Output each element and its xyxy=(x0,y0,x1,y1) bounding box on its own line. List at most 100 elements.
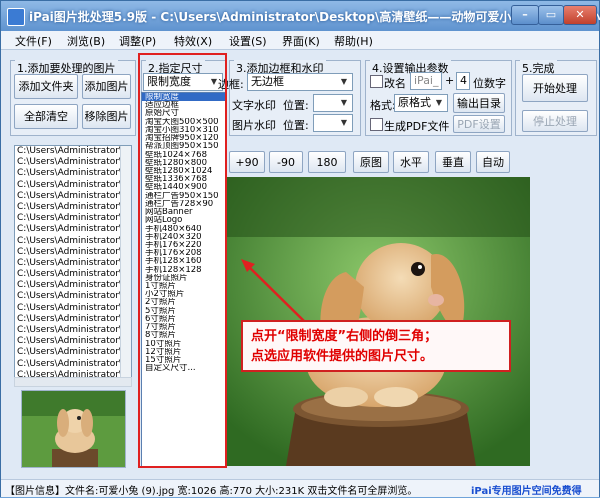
digits-input[interactable]: 4 xyxy=(456,72,470,90)
rotate-180-button[interactable]: 180 xyxy=(308,151,346,173)
rename-checkbox[interactable] xyxy=(370,75,383,88)
size-option[interactable]: 淘宝招牌950×120 xyxy=(142,134,226,142)
output-dir-button[interactable]: 输出目录 xyxy=(453,93,505,113)
size-option[interactable]: 原始尺寸 xyxy=(142,109,226,117)
size-option[interactable]: 壁纸1336×768 xyxy=(142,175,226,183)
size-option[interactable]: 手机128×128 xyxy=(142,266,226,274)
size-option[interactable]: 小2寸照片 xyxy=(142,290,226,298)
add-image-button[interactable]: 添加图片 xyxy=(82,74,131,99)
close-button[interactable]: ✕ xyxy=(563,5,597,25)
size-option[interactable]: 1寸照片 xyxy=(142,282,226,290)
size-option[interactable]: 淘宝大图500×500 xyxy=(142,118,226,126)
file-list-item[interactable]: C:\Users\Administrator\D xyxy=(15,359,131,370)
menu-browse[interactable]: 浏览(B) xyxy=(67,33,105,49)
add-folder-button[interactable]: 添加文件夹 xyxy=(14,74,78,99)
file-list-item[interactable]: C:\Users\Administrator\D xyxy=(15,213,131,224)
size-option[interactable]: 6寸照片 xyxy=(142,315,226,323)
file-list-item[interactable]: C:\Users\Administrator\D xyxy=(15,258,131,269)
file-list-item[interactable]: C:\Users\Administrator\D xyxy=(15,168,131,179)
border-combo[interactable]: 无边框 ▼ xyxy=(247,73,353,91)
size-option[interactable]: 手机128×160 xyxy=(142,257,226,265)
size-option[interactable]: 限制宽度 xyxy=(142,93,226,102)
chevron-down-icon[interactable]: ▼ xyxy=(337,96,351,110)
file-list-item[interactable]: C:\Users\Administrator\D xyxy=(15,325,131,336)
size-option[interactable]: 身份证照片 xyxy=(142,274,226,282)
size-option[interactable]: 7寸照片 xyxy=(142,323,226,331)
size-option[interactable]: 8寸照片 xyxy=(142,331,226,339)
file-list-item[interactable]: C:\Users\Administrator\D xyxy=(15,191,131,202)
size-option[interactable]: 通栏广告950×150 xyxy=(142,192,226,200)
size-option[interactable]: 壁纸1280×800 xyxy=(142,159,226,167)
file-list-item[interactable]: C:\Users\Administrator\D xyxy=(15,280,131,291)
size-option[interactable]: 帮派顶图950×150 xyxy=(142,142,226,150)
file-list-item[interactable]: C:\Users\Administrator\D xyxy=(15,157,131,168)
rename-prefix-input[interactable]: iPai_ xyxy=(410,72,442,90)
size-option[interactable]: 5寸照片 xyxy=(142,307,226,315)
size-option[interactable]: 自定义尺寸... xyxy=(142,364,226,372)
size-option[interactable]: 手机240×320 xyxy=(142,233,226,241)
file-list-scrollbar[interactable] xyxy=(120,146,131,383)
size-option[interactable]: 网站Logo xyxy=(142,216,226,224)
size-option[interactable]: 壁纸1280×1024 xyxy=(142,167,226,175)
file-list-item[interactable]: C:\Users\Administrator\D xyxy=(15,180,131,191)
file-list-item[interactable]: C:\Users\Administrator\D xyxy=(15,314,131,325)
menu-settings[interactable]: 设置(S) xyxy=(229,33,267,49)
chevron-down-icon[interactable]: ▼ xyxy=(337,75,351,89)
size-option[interactable]: 壁纸1024×768 xyxy=(142,151,226,159)
menu-effects[interactable]: 特效(X) xyxy=(174,33,212,49)
minimize-button[interactable]: – xyxy=(511,5,539,25)
original-button[interactable]: 原图 xyxy=(353,151,389,173)
menu-help[interactable]: 帮助(H) xyxy=(334,33,373,49)
file-list-item[interactable]: C:\Users\Administrator\D xyxy=(15,291,131,302)
size-option[interactable]: 10寸照片 xyxy=(142,340,226,348)
file-list-item[interactable]: C:\Users\Administrator\D xyxy=(15,224,131,235)
chevron-down-icon[interactable]: ▼ xyxy=(432,96,446,110)
file-list-item[interactable]: C:\Users\Administrator\D xyxy=(15,236,131,247)
file-list-item[interactable]: C:\Users\Administrator\D xyxy=(15,347,131,358)
size-option[interactable]: 12寸照片 xyxy=(142,348,226,356)
stop-processing-button[interactable]: 停止处理 xyxy=(522,110,588,132)
rotate-90-button[interactable]: +90 xyxy=(229,151,265,173)
make-pdf-checkbox[interactable] xyxy=(370,118,383,131)
size-option[interactable]: 通栏广告728×90 xyxy=(142,200,226,208)
size-option[interactable]: 2寸照片 xyxy=(142,298,226,306)
rename-label: 改名 xyxy=(384,77,406,90)
file-list-item[interactable]: C:\Users\Administrator\D xyxy=(15,202,131,213)
size-dropdown-list[interactable]: 限制宽度 适应边框 原始尺寸 淘宝大图500×500 淘宝小图310×310 淘宝招牌95… xyxy=(141,92,227,467)
size-option[interactable]: 手机176×220 xyxy=(142,241,226,249)
format-combo[interactable]: 原格式 ▼ xyxy=(394,94,448,112)
size-option[interactable]: 适应边框 xyxy=(142,101,226,109)
menu-file[interactable]: 文件(F) xyxy=(15,33,52,49)
rotate-minus-90-button[interactable]: -90 xyxy=(269,151,303,173)
flip-vertical-button[interactable]: 垂直 xyxy=(435,151,471,173)
image-watermark-position-combo[interactable]: ▼ xyxy=(313,114,353,132)
flip-horizontal-button[interactable]: 水平 xyxy=(393,151,429,173)
file-list[interactable]: C:\Users\Administrator\D C:\Users\Adminis… xyxy=(14,145,132,384)
size-option[interactable]: 淘宝小图310×310 xyxy=(142,126,226,134)
file-list-item[interactable]: C:\Users\Administrator\D xyxy=(15,336,131,347)
image-watermark-label[interactable]: 图片水印 xyxy=(232,117,276,133)
maximize-button[interactable]: ▭ xyxy=(538,5,564,25)
status-brand[interactable]: iPai专用图片空间免费得 xyxy=(471,482,582,497)
size-option[interactable]: 网站Banner xyxy=(142,208,226,216)
file-list-item[interactable]: C:\Users\Administrator\D xyxy=(15,303,131,314)
size-option[interactable]: 15寸照片 xyxy=(142,356,226,364)
size-option[interactable]: 壁纸1440×900 xyxy=(142,183,226,191)
auto-button[interactable]: 自动 xyxy=(476,151,510,173)
file-list-item[interactable]: C:\Users\Administrator\D xyxy=(15,146,131,157)
clear-all-button[interactable]: 全部清空 xyxy=(14,104,78,129)
file-list-item[interactable]: C:\Users\Administrator\D xyxy=(15,269,131,280)
menu-adjust[interactable]: 调整(P) xyxy=(119,33,156,49)
menu-interface[interactable]: 界面(K) xyxy=(282,33,320,49)
file-list-item[interactable]: C:\Users\Administrator\D xyxy=(15,247,131,258)
text-watermark-position-combo[interactable]: ▼ xyxy=(313,94,353,112)
file-list-hscroll[interactable] xyxy=(14,377,132,387)
start-processing-button[interactable]: 开始处理 xyxy=(522,74,588,102)
pdf-settings-button[interactable]: PDF设置 xyxy=(453,115,505,133)
remove-image-button[interactable]: 移除图片 xyxy=(82,104,131,129)
size-combo[interactable]: 限制宽度 ▼ xyxy=(143,73,223,91)
chevron-down-icon[interactable]: ▼ xyxy=(337,116,351,130)
size-option[interactable]: 手机176×208 xyxy=(142,249,226,257)
size-option[interactable]: 手机480×640 xyxy=(142,225,226,233)
text-watermark-label[interactable]: 文字水印 xyxy=(232,97,276,113)
